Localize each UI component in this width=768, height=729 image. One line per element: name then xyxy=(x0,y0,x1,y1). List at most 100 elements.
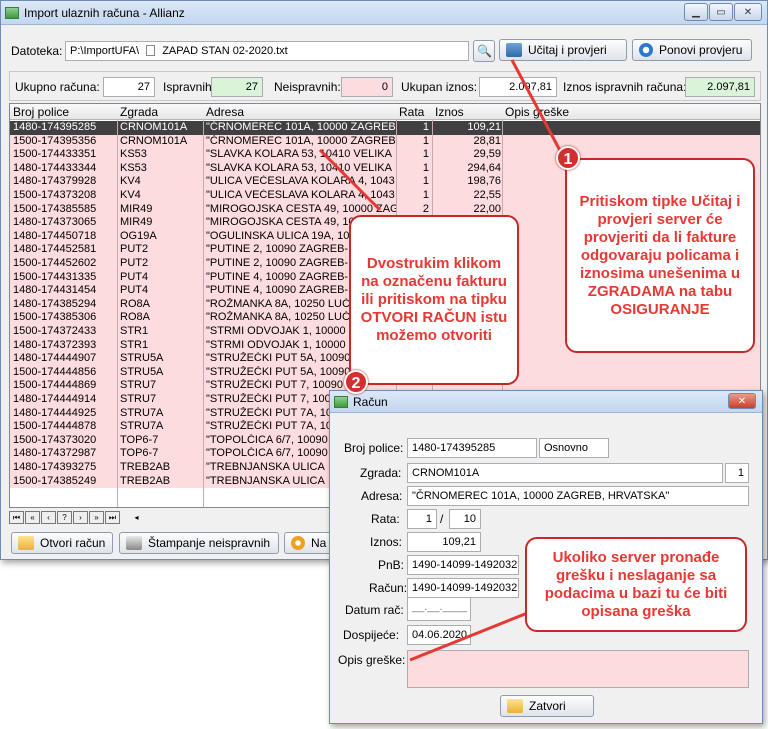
table-cell: 1500-174431335 xyxy=(13,270,97,283)
table-cell: 1 xyxy=(422,121,429,133)
main-titlebar[interactable]: Import ulaznih računa - Allianz ▁ ▭ ✕ xyxy=(1,1,767,25)
col-rata[interactable]: Rata xyxy=(399,105,424,119)
table-cell: 29,59 xyxy=(473,148,501,161)
table-cell: 1500-174385249 xyxy=(13,474,97,487)
table-cell: CRNOM101A xyxy=(120,121,188,133)
datum-field[interactable]: __.__.____ xyxy=(407,597,471,621)
adresa-field[interactable]: "ČRNOMEREC 101A, 10000 ZAGREB, HRVATSKA" xyxy=(407,486,749,506)
col-opis-greske[interactable]: Opis greške xyxy=(505,105,569,119)
col-broj-police[interactable]: Broj police xyxy=(13,105,69,119)
rata-total: 10 xyxy=(449,509,481,529)
table-cell: 1480-174372393 xyxy=(13,338,97,351)
stampanje-neispravnih-button[interactable]: Štampanje neispravnih xyxy=(119,532,279,554)
callout-1-badge: 1 xyxy=(556,146,580,170)
nav-help-icon[interactable]: ? xyxy=(57,511,72,524)
table-cell: 109,21 xyxy=(467,121,501,133)
table-cell: PUT2 xyxy=(120,257,149,269)
datoteka-field[interactable]: P:\ImportUFA\ ZAPAD STAN 02-2020.txt xyxy=(65,41,469,61)
callout-2-text: Dvostrukim klikom na označenu fakturu il… xyxy=(360,255,508,344)
neispravnih-value: 0 xyxy=(341,77,393,97)
table-cell: TOP6-7 xyxy=(120,447,159,460)
col-adresa[interactable]: Adresa xyxy=(206,105,244,119)
table-cell: PUT2 xyxy=(120,243,149,256)
table-cell: 198,76 xyxy=(467,175,501,188)
table-cell: 28,81 xyxy=(473,134,501,147)
dospijece-label: Dospijeće: xyxy=(343,628,400,642)
minimize-button[interactable]: ▁ xyxy=(684,3,708,21)
table-cell: 1 xyxy=(422,175,429,188)
table-cell: "SLAVKA KOLARA 53, 10410 VELIKA xyxy=(206,161,392,174)
table-cell: "ČRNOMEREC 101A, 10000 ZAGREB xyxy=(206,134,396,147)
ispravnih-value: 27 xyxy=(211,77,263,97)
dialog-title: Račun xyxy=(353,394,388,409)
file-icon xyxy=(146,45,156,56)
ucitaj-provjeri-button[interactable]: Učitaj i provjeri xyxy=(499,39,627,61)
table-cell: TREB2AB xyxy=(120,461,171,473)
col-zgrada[interactable]: Zgrada xyxy=(120,105,158,119)
table-cell: 1500-174452602 xyxy=(13,257,97,269)
iznos-field[interactable]: 109,21 xyxy=(407,532,481,552)
table-cell: STR1 xyxy=(120,338,149,351)
nav-next-icon[interactable]: › xyxy=(73,511,88,524)
browse-button[interactable]: 🔍 xyxy=(473,40,495,62)
table-cell: PUT4 xyxy=(120,270,149,283)
table-cell: STRU7A xyxy=(120,406,164,419)
rata-field[interactable]: 1 xyxy=(407,509,437,529)
gear-icon xyxy=(291,536,305,550)
table-cell: 1480-174385294 xyxy=(13,297,97,310)
ukupan-iznos-value: 2.097,81 xyxy=(479,77,557,97)
table-cell: STRU7 xyxy=(120,393,157,405)
table-cell: 1500-174444878 xyxy=(13,420,97,433)
table-cell: 1500-174395356 xyxy=(13,134,97,147)
otvori-racun-button[interactable]: Otvori račun xyxy=(11,532,113,554)
table-cell: 1480-174452581 xyxy=(13,243,97,256)
table-cell: 1480-174444914 xyxy=(13,393,97,405)
col-iznos[interactable]: Iznos xyxy=(435,105,464,119)
table-cell: 1480-174395285 xyxy=(13,121,97,133)
table-cell: TOP6-7 xyxy=(120,433,159,446)
broj-police-field[interactable]: 1480-174395285 xyxy=(407,438,537,458)
printer-icon xyxy=(126,536,142,550)
zgrada-field[interactable]: CRNOM101A xyxy=(407,463,723,483)
nav-next-page-icon[interactable]: » xyxy=(89,511,104,524)
table-row[interactable]: 1500-174395356 CRNOM101A "ČRNOMEREC 101A, … xyxy=(10,134,760,149)
datum-label: Datum rač: xyxy=(345,603,404,617)
ponovi-provjeru-button[interactable]: Ponovi provjeru xyxy=(632,39,752,61)
callout-3: Ukoliko server pronađe grešku i neslagan… xyxy=(525,537,747,632)
datoteka-path: P:\ImportUFA\ xyxy=(70,45,140,57)
pnb-field[interactable]: 1490-14099-149203210 xyxy=(407,555,519,575)
database-icon xyxy=(506,43,522,57)
table-row[interactable]: 1480-174395285 CRNOM101A "ČRNOMEREC 101A, … xyxy=(10,121,760,135)
table-cell: 1480-174444925 xyxy=(13,406,97,419)
table-cell: STRU7 xyxy=(120,379,157,392)
table-cell: KV4 xyxy=(120,175,141,188)
nav-last-icon[interactable]: ⏭ xyxy=(105,511,120,524)
nav-first-icon[interactable]: ⏮ xyxy=(9,511,24,524)
broj-police-label: Broj police: xyxy=(344,441,404,455)
dialog-close-button[interactable]: ✕ xyxy=(728,393,756,409)
table-cell: 1480-174433344 xyxy=(13,161,97,174)
broj-police-type: Osnovno xyxy=(539,438,609,458)
dialog-titlebar[interactable]: Račun ✕ xyxy=(330,391,762,413)
callout-2: Dvostrukim klikom na označenu fakturu il… xyxy=(349,215,519,385)
opis-greske-field[interactable] xyxy=(407,650,749,688)
table-cell: 22,00 xyxy=(473,202,501,215)
ukupno-label: Ukupno računa: xyxy=(15,80,100,94)
third-label: Na xyxy=(311,536,327,550)
table-cell: KS53 xyxy=(120,161,147,174)
maximize-button[interactable]: ▭ xyxy=(709,3,733,21)
nav-prev-page-icon[interactable]: « xyxy=(25,511,40,524)
zatvori-button[interactable]: Zatvori xyxy=(500,695,594,717)
dospijece-field[interactable]: 04.06.2020 xyxy=(407,625,471,645)
hscroll-left-icon[interactable]: ◂ xyxy=(129,511,144,524)
racun-label: Račun: xyxy=(369,581,408,595)
racun-field[interactable]: 1490-14099-149203210 xyxy=(407,578,519,598)
table-cell: MIR49 xyxy=(120,202,153,215)
nav-prev-icon[interactable]: ‹ xyxy=(41,511,56,524)
table-cell: "ULICA VEĆESLAVA KOLARA 4, 1043 xyxy=(206,189,395,201)
close-button[interactable]: ✕ xyxy=(734,3,762,21)
table-cell: 1500-174385585 xyxy=(13,202,97,215)
table-cell: 294,64 xyxy=(467,161,501,174)
table-cell: 1500-174433351 xyxy=(13,148,97,161)
table-cell: STRU7A xyxy=(120,420,164,433)
